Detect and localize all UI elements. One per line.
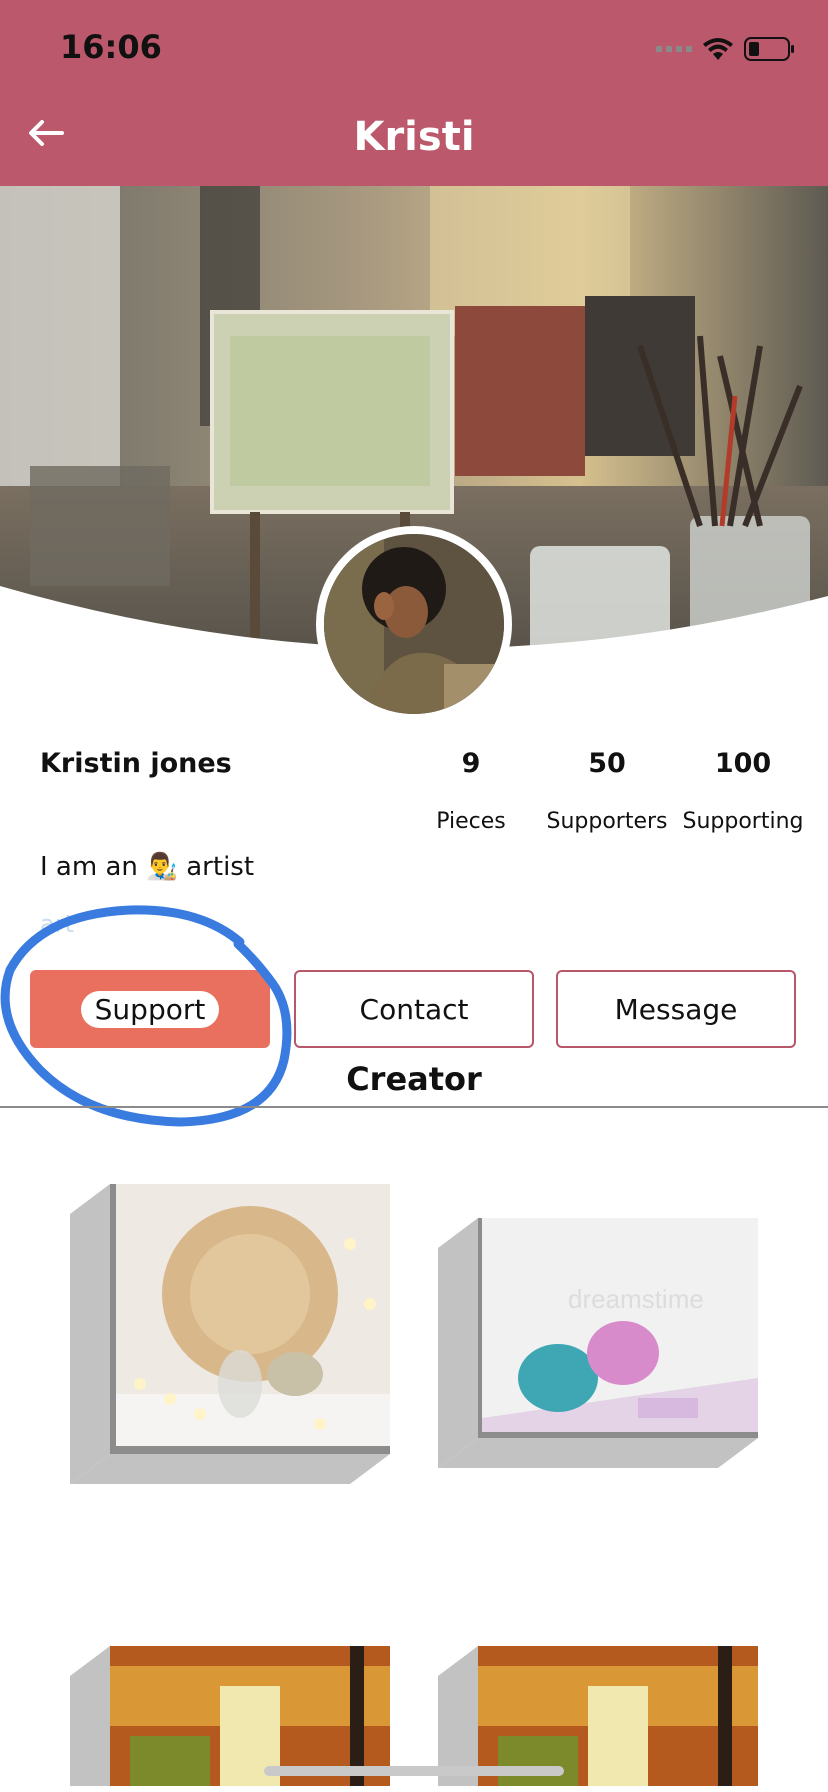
- section-title: Creator: [346, 1060, 482, 1098]
- watermark-text: dreamstime: [568, 1284, 704, 1314]
- artwork-thumbnail: [70, 1646, 390, 1786]
- app-header: 16:06 Kristi: [0, 0, 828, 186]
- home-indicator[interactable]: [264, 1766, 564, 1776]
- message-button[interactable]: Message: [556, 970, 796, 1048]
- gallery-item-1[interactable]: [70, 1184, 390, 1484]
- status-icons: [656, 34, 796, 64]
- support-label: Support: [80, 990, 220, 1028]
- contact-button[interactable]: Contact: [294, 970, 534, 1048]
- divider: [0, 1106, 828, 1108]
- stat-supporters[interactable]: 50 Supporters: [537, 748, 677, 834]
- avatar-portrait: [324, 534, 504, 714]
- stat-value: 50: [588, 748, 626, 779]
- stat-label: Pieces: [436, 809, 506, 834]
- bio-suffix: artist: [186, 852, 255, 882]
- battery-icon: [744, 37, 794, 61]
- profile-screen: 16:06 Kristi Kristin jones 9 Pieces 50 S…: [0, 0, 828, 1792]
- stat-label: Supporting: [682, 809, 804, 834]
- bio-tag[interactable]: art: [40, 910, 74, 938]
- stat-label: Supporters: [546, 809, 668, 834]
- gallery-item-4[interactable]: [438, 1646, 758, 1786]
- bio-prefix: I am an: [40, 852, 138, 882]
- artist-emoji-icon: 👨‍🎨: [145, 852, 179, 882]
- artwork-thumbnail: [438, 1646, 758, 1786]
- profile-bio: I am an 👨‍🎨 artist: [40, 852, 254, 882]
- gallery-item-2[interactable]: dreamstime: [438, 1218, 758, 1468]
- stat-pieces[interactable]: 9 Pieces: [401, 748, 541, 834]
- avatar: [316, 526, 512, 722]
- profile-name: Kristin jones: [40, 748, 232, 779]
- stat-supporting[interactable]: 100 Supporting: [673, 748, 813, 834]
- wifi-icon: [703, 38, 733, 60]
- cellular-signal-icon: [656, 46, 692, 52]
- support-button[interactable]: Support: [30, 970, 270, 1048]
- page-title: Kristi: [353, 114, 475, 160]
- artwork-thumbnail: [70, 1184, 390, 1484]
- gallery-item-3[interactable]: [70, 1646, 390, 1786]
- status-time: 16:06: [60, 28, 162, 66]
- artwork-thumbnail: dreamstime: [438, 1218, 758, 1468]
- stat-value: 100: [714, 748, 772, 779]
- stat-value: 9: [461, 748, 481, 779]
